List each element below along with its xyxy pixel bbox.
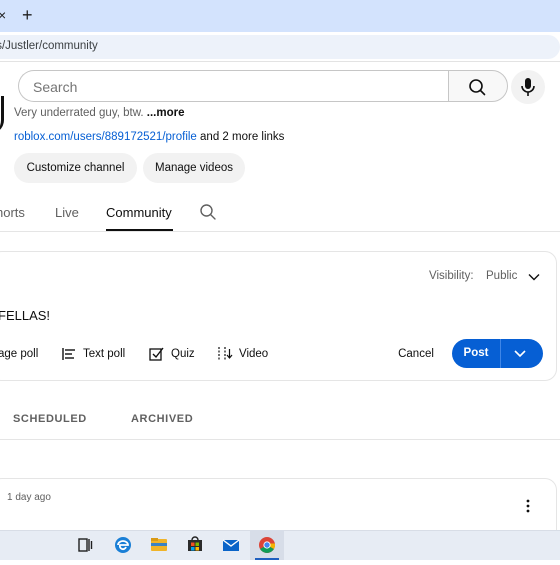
manage-videos-button[interactable]: Manage videos <box>143 153 245 183</box>
search-placeholder: Search <box>33 79 78 95</box>
video-icon <box>218 347 233 361</box>
profile-link[interactable]: roblox.com/users/889172521/profile <box>14 131 197 143</box>
search-icon <box>469 79 486 96</box>
tab-archived[interactable]: ARCHIVED <box>131 413 193 425</box>
tab-community[interactable]: Community <box>106 205 172 220</box>
quiz-button[interactable]: Quiz <box>149 346 197 362</box>
file-explorer-icon <box>151 538 167 551</box>
visibility-select[interactable]: Public <box>486 270 517 282</box>
channel-links: roblox.com/users/889172521/profile and 2… <box>14 131 284 143</box>
chrome-button[interactable] <box>250 530 284 560</box>
tabs-divider <box>0 231 560 232</box>
tab-shorts[interactable]: horts <box>0 205 25 220</box>
task-view-icon <box>78 538 93 552</box>
edge-button[interactable] <box>108 530 138 560</box>
visibility-label: Visibility: <box>429 270 474 282</box>
channel-avatar[interactable] <box>0 96 4 134</box>
new-tab-button[interactable]: + <box>22 5 38 25</box>
cancel-button[interactable]: Cancel <box>389 341 443 367</box>
store-button[interactable] <box>180 530 210 560</box>
chevron-down-icon <box>514 350 526 358</box>
url-text[interactable]: ts/Justler/community <box>0 40 98 52</box>
post-timestamp[interactable]: 1 day ago <box>7 492 51 503</box>
description-more-link[interactable]: ...more <box>147 107 185 119</box>
video-button[interactable]: Video <box>217 346 271 362</box>
chevron-down-icon[interactable] <box>527 270 541 284</box>
more-options-icon[interactable] <box>522 498 534 514</box>
post-options-button[interactable] <box>501 339 543 368</box>
mail-icon <box>222 539 240 551</box>
more-links-link[interactable]: and 2 more links <box>197 131 284 143</box>
post-button[interactable]: Post <box>452 339 500 368</box>
image-poll-label: age poll <box>0 348 39 360</box>
image-poll-button[interactable]: age poll <box>0 346 54 362</box>
file-explorer-button[interactable] <box>144 530 174 560</box>
text-poll-button[interactable]: Text poll <box>62 346 132 362</box>
tab-live[interactable]: Live <box>55 205 79 220</box>
youtube-page: Search Very underrated guy, btw. ...more… <box>0 62 560 530</box>
tab-close-icon[interactable]: × <box>0 7 12 23</box>
voice-search-button[interactable] <box>511 70 545 104</box>
channel-search-icon[interactable] <box>199 203 217 221</box>
video-label: Video <box>239 348 269 360</box>
community-post-card <box>0 478 557 530</box>
browser-tabstrip <box>0 0 560 32</box>
quiz-checkbox-icon <box>149 347 164 361</box>
text-poll-icon <box>62 348 75 360</box>
tab-scheduled[interactable]: SCHEDULED <box>13 413 87 425</box>
channel-description[interactable]: Very underrated guy, btw. ...more <box>14 107 184 119</box>
mail-button[interactable] <box>216 530 246 560</box>
description-text: Very underrated guy, btw. <box>14 107 147 119</box>
task-view-button[interactable] <box>70 530 100 560</box>
search-button[interactable] <box>448 70 508 102</box>
edge-icon <box>115 537 131 553</box>
customize-channel-button[interactable]: Customize channel <box>14 153 137 183</box>
subtabs-divider <box>0 439 560 440</box>
microphone-icon <box>521 78 535 96</box>
post-text-input[interactable]: FELLAS! <box>0 308 50 323</box>
quiz-label: Quiz <box>171 348 195 360</box>
store-icon <box>188 536 202 551</box>
text-poll-label: Text poll <box>83 348 126 360</box>
chrome-icon <box>259 537 276 553</box>
search-input[interactable]: Search <box>18 70 449 102</box>
